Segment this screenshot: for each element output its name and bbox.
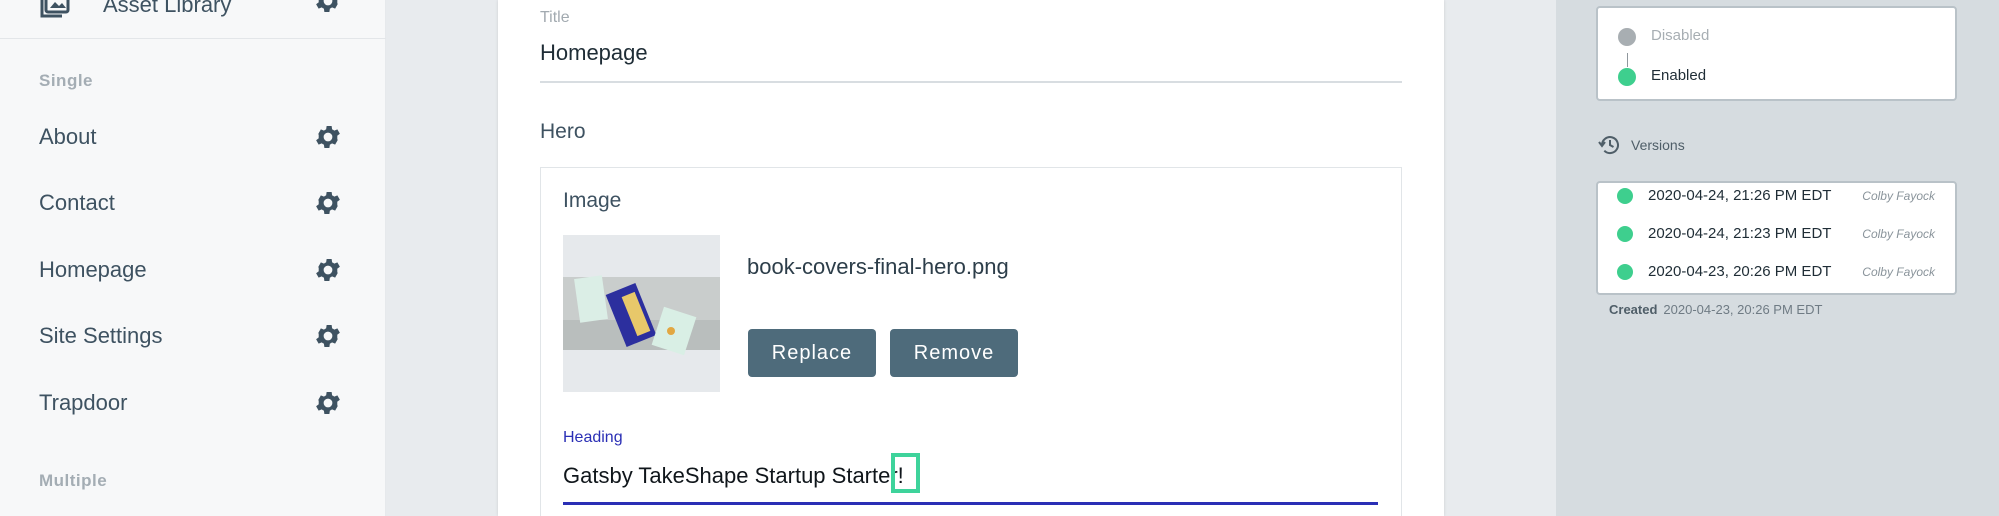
status-enabled-label[interactable]: Enabled [1651,67,1706,84]
version-status-dot [1617,188,1633,204]
sidebar-item-label: About [39,124,97,149]
version-author: Colby Fayock [1862,265,1935,279]
created-value: 2020-04-23, 20:26 PM EDT [1663,302,1823,317]
heading-field-label: Heading [563,429,623,446]
replace-button[interactable]: Replace [748,329,876,377]
gear-icon[interactable] [313,321,343,351]
status-enabled-dot[interactable] [1618,68,1636,86]
sidebar: Asset Library Single About Contact Homep… [0,0,386,516]
version-status-dot [1617,226,1633,242]
image-library-icon [40,0,70,18]
sidebar-item-about[interactable]: About [0,108,386,168]
heading-field[interactable]: Gatsby TakeShape Startup Starter! [563,463,904,489]
sidebar-item-contact[interactable]: Contact [0,174,386,234]
sidebar-item-label: Asset Library [103,0,232,17]
title-field-underline [540,81,1402,83]
remove-button[interactable]: Remove [890,329,1018,377]
status-connector [1627,53,1628,67]
image-thumbnail[interactable] [563,235,720,392]
version-author: Colby Fayock [1862,227,1935,241]
status-selector[interactable] [1596,6,1957,101]
book-covers-image [563,235,720,392]
history-icon [1598,136,1619,155]
gear-icon[interactable] [313,255,343,285]
sidebar-item-site-settings[interactable]: Site Settings [0,307,386,367]
title-field[interactable]: Homepage [540,40,648,66]
image-filename: book-covers-final-hero.png [747,254,1009,279]
section-title-single: Single [39,71,94,90]
gear-icon[interactable] [313,0,343,16]
gear-icon[interactable] [313,122,343,152]
created-label: Created [1609,302,1658,317]
sidebar-item-label: Contact [39,190,115,215]
version-author: Colby Fayock [1862,189,1935,203]
image-field-label: Image [563,189,622,212]
status-disabled-label[interactable]: Disabled [1651,27,1709,44]
version-date[interactable]: 2020-04-23, 20:26 PM EDT [1648,263,1831,280]
sidebar-item-label: Site Settings [39,323,163,348]
version-date[interactable]: 2020-04-24, 21:26 PM EDT [1648,187,1831,204]
sidebar-item-label: Trapdoor [39,390,128,415]
version-status-dot [1617,264,1633,280]
gear-icon[interactable] [313,188,343,218]
versions-title: Versions [1631,137,1685,153]
status-disabled-dot[interactable] [1618,28,1636,46]
sidebar-item-homepage[interactable]: Homepage [0,241,386,301]
hero-section-title: Hero [540,120,586,143]
section-title-multiple: Multiple [39,471,108,490]
title-field-label: Title [540,9,570,26]
sidebar-item-label: Homepage [39,257,147,282]
sidebar-item-asset-library[interactable]: Asset Library [0,0,386,39]
version-date[interactable]: 2020-04-24, 21:23 PM EDT [1648,225,1831,242]
sidebar-item-trapdoor[interactable]: Trapdoor [0,374,386,434]
gear-icon[interactable] [313,388,343,418]
heading-field-focus-underline [563,502,1378,505]
created-info: Created 2020-04-23, 20:26 PM EDT [1609,302,1822,317]
text-cursor-highlight [891,453,920,493]
